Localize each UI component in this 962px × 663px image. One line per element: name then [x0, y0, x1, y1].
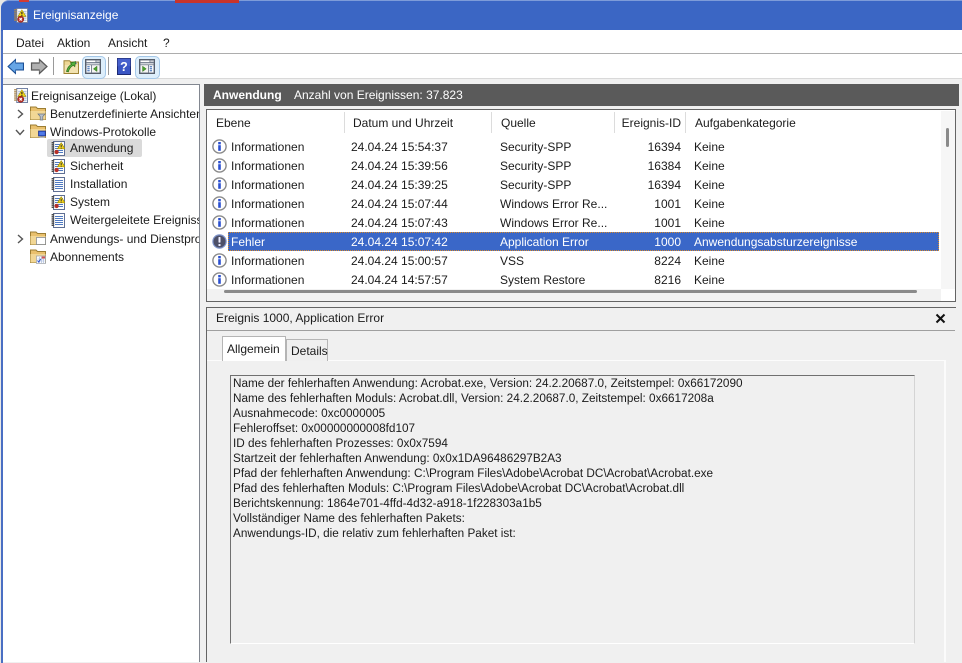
svg-text:?: ?: [120, 60, 128, 74]
